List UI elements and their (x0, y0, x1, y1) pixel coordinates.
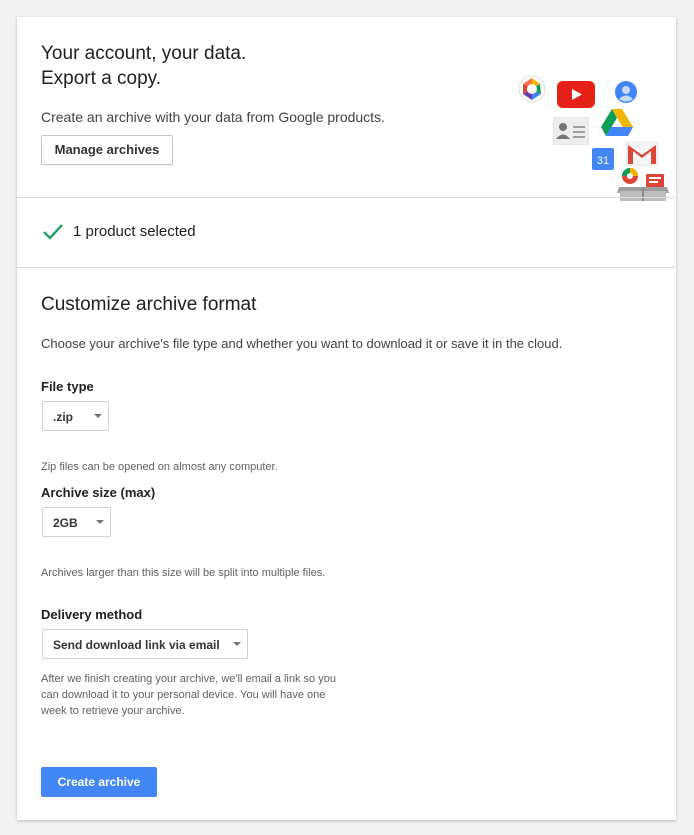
section-heading: Customize archive format (41, 294, 257, 315)
profile-icon (615, 81, 637, 103)
archive-size-select[interactable]: 2GB (42, 507, 111, 537)
svg-text:31: 31 (597, 155, 609, 167)
file-type-label: File type (41, 379, 94, 394)
delivery-method-value: Send download link via email (53, 638, 220, 652)
archive-size-value: 2GB (53, 516, 78, 530)
contacts-icon (553, 117, 589, 145)
delivery-method-help: After we finish creating your archive, w… (41, 673, 336, 717)
selected-count-text: 1 product selected (73, 223, 196, 240)
archive-size-label: Archive size (max) (41, 485, 156, 500)
chevron-down-icon (96, 520, 104, 524)
divider-middle (17, 267, 676, 268)
chevron-down-icon (233, 642, 241, 646)
gmail-icon (626, 142, 658, 166)
section-description: Choose your archive's file type and whet… (41, 336, 563, 351)
selected-products-row[interactable]: 1 product selected (17, 198, 676, 266)
delivery-method-label: Delivery method (41, 607, 143, 622)
delivery-method-select[interactable]: Send download link via email (42, 629, 248, 659)
file-type-select[interactable]: .zip (42, 401, 109, 431)
chevron-down-icon (94, 414, 102, 418)
hero-subtitle: Create an archive with your data from Go… (41, 109, 385, 125)
drive-icon (601, 109, 633, 136)
hero-section: Your account, your data. Export a copy. … (17, 17, 676, 201)
file-type-help: Zip files can be opened on almost any co… (41, 461, 278, 473)
checkmark-icon (43, 224, 63, 240)
file-type-value: .zip (53, 410, 73, 424)
calendar-icon: 31 (592, 148, 614, 170)
page-title: Your account, your data. Export a copy. (41, 43, 247, 89)
product-icons-cluster: 31 (497, 57, 669, 201)
manage-archives-button[interactable]: Manage archives (41, 135, 173, 165)
youtube-icon (557, 81, 595, 108)
picasa-icon (518, 75, 546, 103)
takeout-card: Your account, your data. Export a copy. … (17, 17, 676, 820)
create-archive-button[interactable]: Create archive (41, 767, 157, 797)
archive-size-help: Archives larger than this size will be s… (41, 567, 326, 579)
